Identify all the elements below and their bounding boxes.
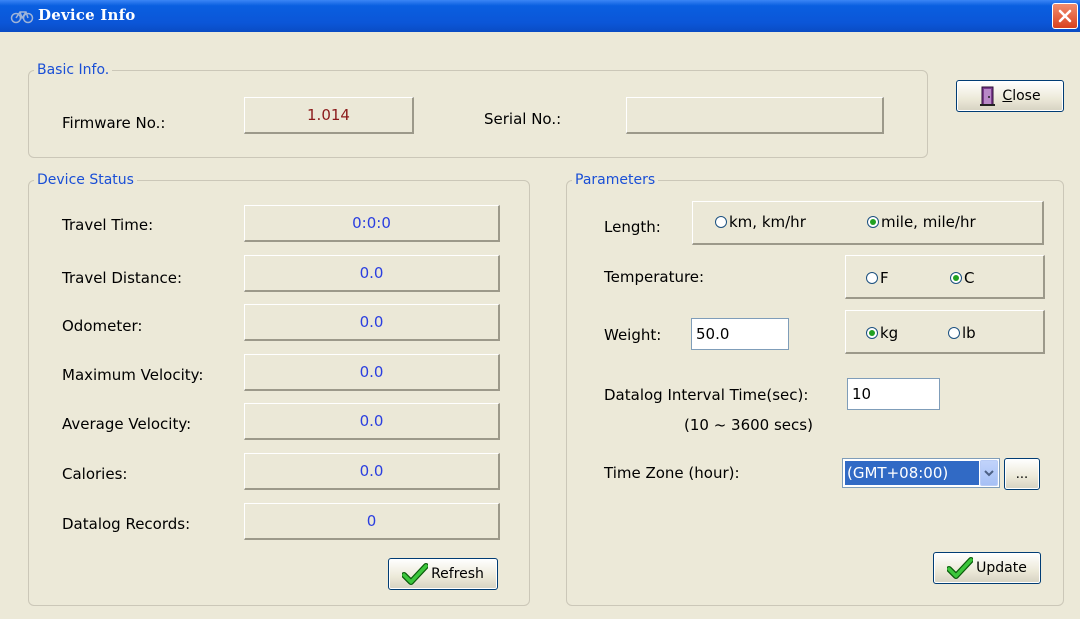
status-field-max-velocity: 0.0 (244, 354, 500, 391)
status-label-calories: Calories: (62, 465, 128, 483)
temperature-radio-f[interactable]: F (866, 269, 889, 287)
close-button-mnemonic: C (1002, 88, 1013, 104)
device-status-legend: Device Status (34, 172, 137, 188)
weight-radio-lb-label: lb (962, 324, 976, 342)
status-field-avg-velocity: 0.0 (244, 403, 500, 440)
length-radio-mile[interactable]: mile, mile/hr (867, 213, 976, 231)
checkmark-icon (402, 563, 429, 585)
length-radio-mile-label: mile, mile/hr (881, 213, 976, 231)
temperature-radio-f-circle (866, 272, 878, 284)
update-button[interactable]: Update (933, 552, 1041, 584)
status-label-odometer: Odometer: (62, 317, 143, 335)
timezone-select[interactable]: (GMT+08:00) (842, 458, 1000, 488)
device-status-group (28, 180, 530, 606)
temperature-radio-c-circle (950, 272, 962, 284)
weight-label: Weight: (604, 326, 662, 344)
datalog-interval-value: 10 (852, 385, 872, 403)
close-icon (1058, 9, 1072, 23)
status-label-datalog-records: Datalog Records: (62, 515, 191, 533)
status-field-datalog-records: 0 (244, 503, 500, 540)
datalog-interval-label: Datalog Interval Time(sec): (604, 386, 809, 404)
datalog-interval-input[interactable]: 10 (847, 378, 940, 410)
status-label-travel-distance: Travel Distance: (62, 269, 182, 287)
timezone-select-value: (GMT+08:00) (844, 460, 980, 486)
status-label-max-velocity: Maximum Velocity: (62, 366, 204, 384)
weight-options-box: kg lb (845, 310, 1045, 354)
status-value-odometer: 0.0 (359, 313, 384, 331)
serial-label: Serial No.: (484, 110, 562, 128)
status-field-calories: 0.0 (244, 453, 500, 490)
status-value-travel-time: 0:0:0 (352, 214, 391, 232)
length-label: Length: (604, 218, 661, 236)
weight-radio-kg[interactable]: kg (866, 324, 898, 342)
status-label-travel-time: Travel Time: (62, 216, 154, 234)
window-close-button[interactable] (1052, 3, 1078, 29)
temperature-label: Temperature: (604, 268, 705, 286)
update-button-label: Update (976, 560, 1027, 576)
firmware-value-field: 1.014 (244, 97, 414, 134)
status-label-avg-velocity: Average Velocity: (62, 415, 192, 433)
firmware-label: Firmware No.: (62, 114, 166, 132)
firmware-value: 1.014 (307, 106, 350, 124)
close-button[interactable]: Close (956, 80, 1064, 112)
timezone-more-label: ... (1015, 466, 1029, 482)
timezone-dropdown-arrow[interactable] (980, 460, 998, 486)
weight-input-value: 50.0 (696, 325, 730, 343)
status-value-datalog-records: 0 (366, 512, 377, 530)
datalog-interval-range: (10 ~ 3600 secs) (684, 416, 813, 434)
status-value-calories: 0.0 (359, 462, 384, 480)
bicycle-icon (10, 11, 34, 24)
parameters-legend: Parameters (572, 172, 659, 188)
length-radio-km-label: km, km/hr (729, 213, 806, 231)
weight-radio-kg-circle (866, 327, 878, 339)
checkmark-icon (947, 557, 974, 579)
status-field-odometer: 0.0 (244, 304, 500, 341)
basic-info-legend: Basic Info. (34, 62, 113, 78)
temperature-radio-c[interactable]: C (950, 269, 974, 287)
weight-radio-lb[interactable]: lb (948, 324, 976, 342)
timezone-more-button[interactable]: ... (1004, 458, 1040, 490)
window-title: Device Info (38, 6, 136, 24)
door-exit-icon (980, 86, 996, 106)
weight-radio-lb-circle (948, 327, 960, 339)
status-field-travel-distance: 0.0 (244, 255, 500, 292)
status-value-travel-distance: 0.0 (359, 264, 384, 282)
status-value-avg-velocity: 0.0 (359, 412, 384, 430)
temperature-radio-f-label: F (880, 269, 889, 287)
status-field-travel-time: 0:0:0 (244, 205, 500, 242)
chevron-down-icon (984, 469, 994, 476)
length-radio-km-circle (715, 216, 727, 228)
close-button-label: lose (1012, 88, 1041, 104)
temperature-radio-c-label: C (964, 269, 975, 287)
length-options-box: km, km/hr mile, mile/hr (692, 201, 1044, 245)
serial-value-field (626, 97, 884, 134)
refresh-button[interactable]: Refresh (388, 558, 498, 590)
length-radio-mile-circle (867, 216, 879, 228)
weight-radio-kg-label: kg (880, 324, 899, 342)
weight-input[interactable]: 50.0 (691, 318, 789, 350)
temperature-options-box: F C (845, 255, 1045, 299)
status-value-max-velocity: 0.0 (359, 363, 384, 381)
refresh-button-label: Refresh (431, 566, 484, 582)
title-bar: Device Info (0, 0, 1080, 32)
timezone-label: Time Zone (hour): (604, 464, 740, 482)
length-radio-km[interactable]: km, km/hr (715, 213, 806, 231)
